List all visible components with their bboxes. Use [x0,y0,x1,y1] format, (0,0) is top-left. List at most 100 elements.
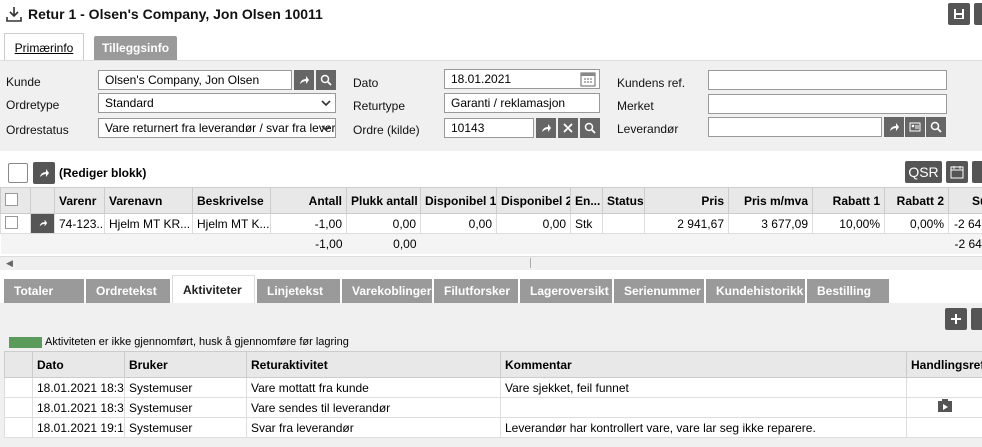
column-header[interactable]: Status [602,187,645,214]
cell-returaktivitet[interactable]: Vare mottatt fra kunde [246,377,501,398]
kundens-ref-label: Kundens ref. [617,76,686,90]
returtype-field[interactable]: Garanti / reklamasjon [444,93,600,113]
plus-icon [951,314,961,324]
cell-handlingsref[interactable] [906,397,982,418]
cell-rabatt-1[interactable]: 10,00% [812,213,885,234]
tab-serienummer[interactable]: Serienummer [614,279,704,303]
download-icon [6,7,22,22]
cell-beskrivelse[interactable]: Hjelm MT K... [192,213,271,234]
ordre-clear-button[interactable] [558,118,578,138]
column-header[interactable]: Kommentar [500,351,907,378]
cell-returaktivitet[interactable]: Svar fra leverandør [246,417,501,438]
kundens-ref-field[interactable] [708,70,947,90]
calendar-button[interactable] [946,161,968,183]
cell-antall[interactable]: -1,00 [270,213,347,234]
tab-ordretekst[interactable]: Ordretekst [86,279,170,303]
column-header[interactable]: Disponibel 1 [420,187,497,214]
column-header[interactable]: Rabatt 1 [812,187,885,214]
cell-plukk-antall[interactable]: 0,00 [346,213,421,234]
ordrestatus-value: Vare returnert fra leverandør / svar fra… [105,121,336,135]
cell-pris[interactable]: 2 941,67 [644,213,729,234]
cell-disponibel-2: 0,00 [496,213,571,234]
cell-handlingsref[interactable] [906,417,982,438]
column-header[interactable]: Varenr [54,187,105,214]
header-checkbox-cell[interactable] [0,187,31,214]
kunde-label: Kunde [6,75,41,89]
cell-rabatt-2[interactable]: 0,00% [884,213,949,234]
tab-aktiviteter[interactable]: Aktiviteter [172,275,255,303]
tab-totaler[interactable]: Totaler [4,279,84,303]
column-header[interactable]: Plukk antall [346,187,421,214]
ordretype-value: Standard [105,96,154,110]
tab-kundehistorikk[interactable]: Kundehistorikk [706,279,805,303]
column-header[interactable]: Pris [644,187,729,214]
cell-kommentar[interactable]: Vare sjekket, feil funnet [500,377,907,398]
tab-varekoblinger[interactable]: Varekoblinger [342,279,432,303]
column-header[interactable]: Rabatt 2 [884,187,949,214]
column-header[interactable]: Handlingsrefe [906,351,982,378]
ordre-goto-button[interactable] [536,118,556,138]
ordre-search-button[interactable] [580,118,600,138]
table-row[interactable]: 18.01.2021 19:14 Systemuser Svar fra lev… [4,417,982,438]
edit-block-button[interactable] [33,162,55,184]
close-button[interactable] [974,3,982,25]
ordre-field[interactable]: 10143 [444,118,534,138]
row-checkbox[interactable] [0,213,31,234]
column-header[interactable]: Dato [32,351,125,378]
table-row[interactable]: 18.01.2021 18:33 Systemuser Vare mottatt… [4,377,982,398]
column-header[interactable]: Antall [270,187,347,214]
calendar-icon[interactable] [580,71,596,87]
tab-bestilling[interactable]: Bestilling [807,279,889,303]
column-header[interactable]: Sum [948,187,982,214]
scroll-left-icon[interactable]: ◀ [6,258,13,269]
leverandor-goto-button[interactable] [884,117,904,137]
dato-field[interactable]: 18.01.2021 [444,69,600,89]
tab-filutforsker[interactable]: Filutforsker [434,279,518,303]
column-header[interactable]: Beskrivelse [192,187,271,214]
column-header[interactable]: Pris m/mva [728,187,813,214]
cell-handlingsref[interactable] [906,377,982,398]
cell-sum: -2 647,5 [948,213,982,234]
cell-kommentar[interactable]: Leverandør har kontrollert vare, vare la… [500,417,907,438]
calendar-icon [950,166,964,179]
leverandor-card-button[interactable] [905,117,925,137]
cell-disponibel-1: 0,00 [420,213,497,234]
cell-varenavn[interactable]: Hjelm MT KR... [104,213,193,234]
cell-enhet[interactable]: Stk [570,213,603,234]
cell-kommentar[interactable] [500,397,907,418]
ordrestatus-select[interactable]: Vare returnert fra leverandør / svar fra… [98,118,336,138]
kunde-goto-button[interactable] [294,70,314,90]
more-button[interactable] [972,161,982,183]
cell-pris-mva[interactable]: 3 677,09 [728,213,813,234]
table-row[interactable]: 18.01.2021 18:38 Systemuser Vare sendes … [4,397,982,418]
row-action-button[interactable] [30,213,55,234]
select-all-checkbox[interactable] [8,163,28,183]
save-button[interactable] [948,3,970,25]
save-activity-button[interactable] [971,308,982,330]
cell-varenr[interactable]: 74-123... [54,213,105,234]
play-document-icon[interactable] [937,399,953,413]
ordretype-select[interactable]: Standard [98,93,336,113]
kunde-field[interactable]: Olsen's Company, Jon Olsen [98,70,292,90]
tab-linjetekst[interactable]: Linjetekst [257,279,340,303]
add-activity-button[interactable] [945,308,967,330]
leverandor-field[interactable] [708,117,882,137]
merket-field[interactable] [708,94,947,114]
total-antall: -1,00 [315,236,343,251]
cell-bruker: Systemuser [124,377,247,398]
cell-returaktivitet[interactable]: Vare sendes til leverandør [246,397,501,418]
qsr-button[interactable]: QSR [905,161,942,183]
column-header[interactable]: Varenavn [104,187,193,214]
tab-lageroversikt[interactable]: Lageroversikt [520,279,612,303]
edit-block-label: (Rediger blokk) [59,166,147,180]
column-header[interactable]: Bruker [124,351,247,378]
tab-tilleggsinfo[interactable]: Tilleggsinfo [94,36,177,60]
tab-primaerinfo[interactable]: Primærinfo [4,33,84,61]
horizontal-scrollbar[interactable] [0,256,982,270]
kunde-search-button[interactable] [316,70,336,90]
column-header[interactable]: Disponibel 2 [496,187,571,214]
column-header[interactable]: En... [570,187,603,214]
leverandor-search-button[interactable] [926,117,946,137]
column-header[interactable]: Returaktivitet [246,351,501,378]
table-row[interactable]: 74-123... Hjelm MT KR... Hjelm MT K... -… [0,213,982,234]
